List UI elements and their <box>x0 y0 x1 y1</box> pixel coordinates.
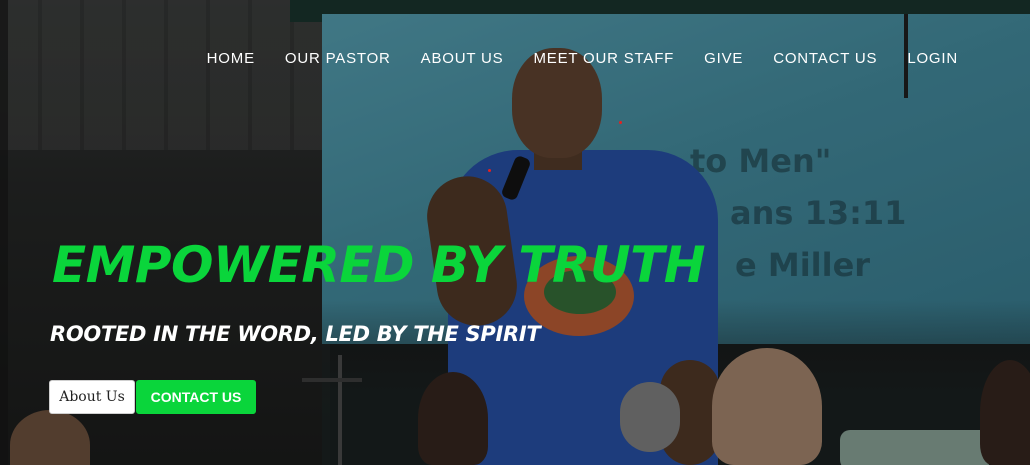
hero-headline: EMPOWERED BY TRUTH <box>52 236 706 294</box>
hero-button-group: About Us CONTACT US <box>49 380 256 414</box>
nav-item-about-us[interactable]: ABOUT US <box>406 48 519 69</box>
contact-us-button[interactable]: CONTACT US <box>136 380 256 414</box>
main-navigation: HOME OUR PASTOR ABOUT US MEET OUR STAFF … <box>192 48 973 69</box>
about-us-button[interactable]: About Us <box>49 380 135 414</box>
nav-item-give[interactable]: GIVE <box>689 48 758 69</box>
left-edge-shade <box>0 0 8 465</box>
hero-subheading: ROOTED IN THE WORD, LED BY THE SPIRIT <box>50 322 541 346</box>
hero-section: to Men" ans 13:11 e Miller HOME OUR PAST… <box>0 0 1030 465</box>
nav-item-meet-our-staff[interactable]: MEET OUR STAFF <box>518 48 689 69</box>
nav-item-contact-us[interactable]: CONTACT US <box>758 48 892 69</box>
nav-item-home[interactable]: HOME <box>192 48 270 69</box>
nav-item-our-pastor[interactable]: OUR PASTOR <box>270 48 406 69</box>
nav-item-login[interactable]: LOGIN <box>892 48 973 69</box>
laser-dot <box>619 121 622 124</box>
laser-dot <box>488 169 491 172</box>
